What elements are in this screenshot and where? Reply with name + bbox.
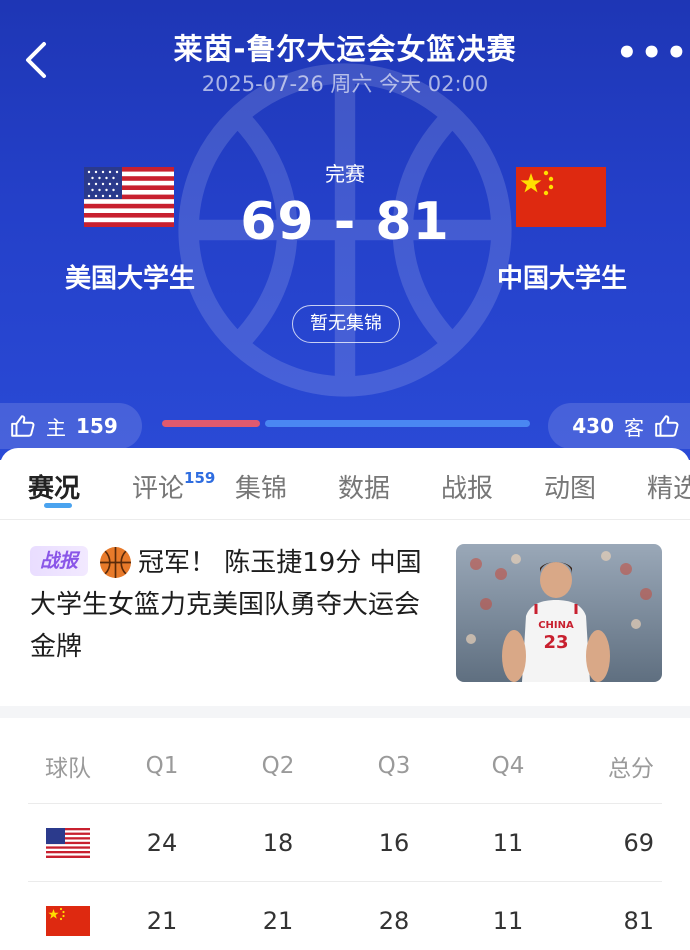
basketball-icon [100, 547, 131, 578]
away-support-count: 430 [572, 414, 614, 438]
match-score: 69 - 81 [240, 192, 450, 252]
team-flag-cell [28, 804, 108, 881]
tab-featured[interactable]: 精选 [647, 468, 690, 505]
home-support-button[interactable]: 主 159 [0, 403, 142, 449]
home-support-bar [162, 420, 260, 427]
thumbs-up-icon [655, 415, 679, 437]
col-header-team: 球队 [45, 755, 91, 782]
tab-live-label: 赛况 [28, 474, 81, 504]
jersey-number: 23 [543, 632, 568, 653]
usa-flag-icon [46, 827, 90, 858]
score-q4: 11 [492, 906, 524, 935]
home-team-name[interactable]: 美国大学生 [30, 258, 230, 295]
news-thumbnail-image: CHINA 23 [456, 544, 662, 682]
content-sheet: 赛况 评论159 集锦 数据 战报 动图 精选 冠军！ 陈玉捷19分 中国大学生… [0, 448, 690, 950]
tab-live[interactable]: 赛况 [28, 468, 80, 505]
tab-comments[interactable]: 评论159 [132, 468, 215, 505]
col-header-q4: Q4 [491, 752, 525, 779]
china-flag-icon [46, 905, 90, 936]
score-q1: 24 [146, 828, 178, 857]
home-support-count: 159 [76, 414, 118, 438]
col-header-total: 总分 [608, 755, 654, 782]
table-row: 24 18 16 11 69 [28, 804, 662, 882]
highlights-button[interactable]: 暂无集锦 [292, 305, 400, 343]
tab-bar: 赛况 评论159 集锦 数据 战报 动图 精选 [0, 448, 690, 520]
tab-highlights[interactable]: 集锦 [235, 468, 287, 505]
news-card[interactable]: 冠军！ 陈玉捷19分 中国大学生女篮力克美国队勇夺大运会金牌 战报 CHINA … [0, 534, 690, 694]
table-row: 21 21 28 11 81 [28, 882, 662, 950]
support-ratio-bar [162, 420, 530, 427]
quarter-score-table: 球队 Q1 Q2 Q3 Q4 总分 24 18 16 11 69 21 21 2… [28, 728, 662, 950]
tab-highlights-label: 集锦 [235, 474, 288, 504]
jersey-text: CHINA [538, 620, 574, 631]
match-date: 2025-07-26 周六 今天 02:00 [201, 72, 489, 96]
active-tab-indicator [44, 503, 72, 508]
comments-count-badge: 159 [184, 469, 216, 488]
report-badge: 战报 [30, 546, 88, 576]
away-support-bar [265, 420, 530, 427]
match-header: ••• 莱茵-鲁尔大运会女篮决赛 2025-07-26 周六 今天 02:00 … [0, 0, 690, 460]
table-header-row: 球队 Q1 Q2 Q3 Q4 总分 [28, 728, 662, 804]
score-q3: 16 [378, 828, 410, 857]
score-q1: 21 [146, 906, 178, 935]
col-header-q1: Q1 [145, 752, 179, 779]
away-support-label: 客 [624, 415, 644, 440]
section-divider [0, 706, 690, 718]
thumbs-up-icon [11, 415, 35, 437]
tab-gifs[interactable]: 动图 [544, 468, 596, 505]
score-total: 69 [623, 828, 654, 857]
home-support-label: 主 [46, 415, 66, 440]
score-q2: 18 [262, 828, 294, 857]
tab-report-label: 战报 [441, 474, 494, 504]
col-header-q3: Q3 [377, 752, 411, 779]
score-total: 81 [623, 906, 654, 935]
tab-featured-label: 精选 [647, 474, 690, 504]
away-team-name[interactable]: 中国大学生 [462, 258, 662, 295]
tab-report[interactable]: 战报 [441, 468, 493, 505]
tab-comments-label: 评论 [132, 474, 185, 504]
col-header-q2: Q2 [261, 752, 295, 779]
score-q4: 11 [492, 828, 524, 857]
team-flag-cell [28, 882, 108, 950]
score-q3: 28 [378, 906, 410, 935]
tab-gifs-label: 动图 [544, 474, 597, 504]
tab-stats-label: 数据 [338, 474, 391, 504]
news-headline: 冠军！ 陈玉捷19分 中国大学生女篮力克美国队勇夺大运会金牌 [30, 548, 422, 662]
score-q2: 21 [262, 906, 294, 935]
tab-stats[interactable]: 数据 [338, 468, 390, 505]
away-support-button[interactable]: 430 客 [548, 403, 690, 449]
match-title: 莱茵-鲁尔大运会女篮决赛 [173, 32, 517, 66]
match-status: 完赛 [325, 162, 365, 186]
